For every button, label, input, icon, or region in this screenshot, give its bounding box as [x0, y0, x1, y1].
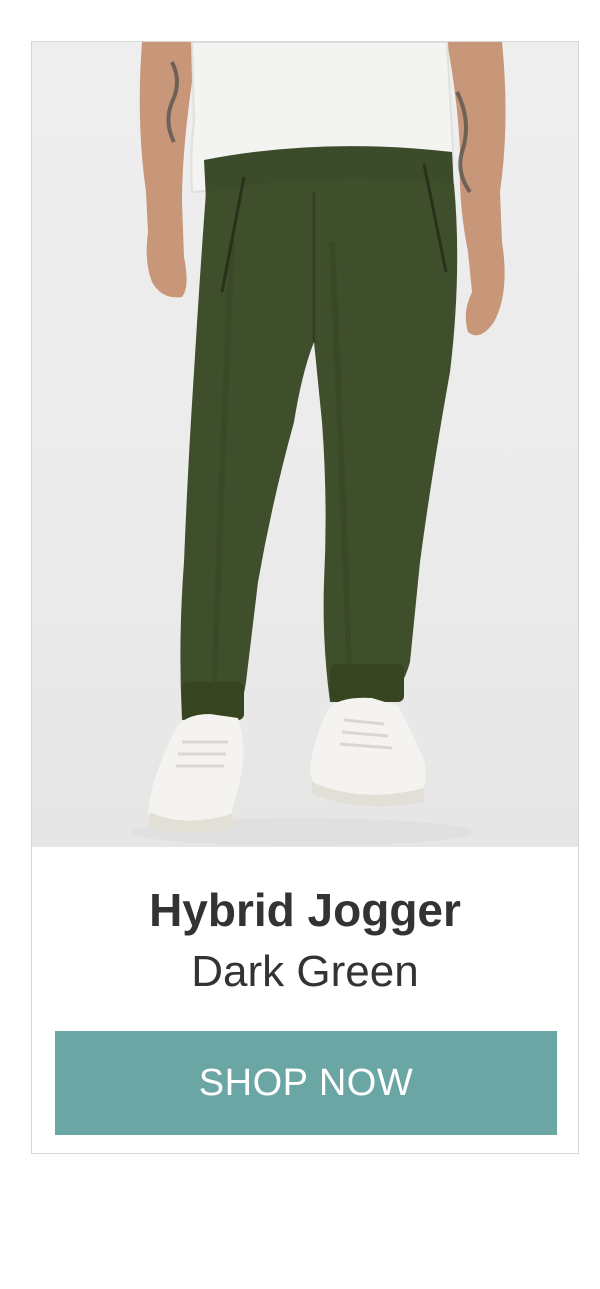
- shop-now-button[interactable]: SHOP NOW: [55, 1031, 557, 1135]
- product-card: Hybrid Jogger Dark Green SHOP NOW: [31, 41, 579, 1154]
- product-title: Hybrid Jogger: [149, 884, 461, 936]
- product-color-label: Dark Green: [191, 947, 419, 996]
- shop-now-label: SHOP NOW: [198, 1061, 414, 1104]
- product-image[interactable]: [32, 42, 578, 847]
